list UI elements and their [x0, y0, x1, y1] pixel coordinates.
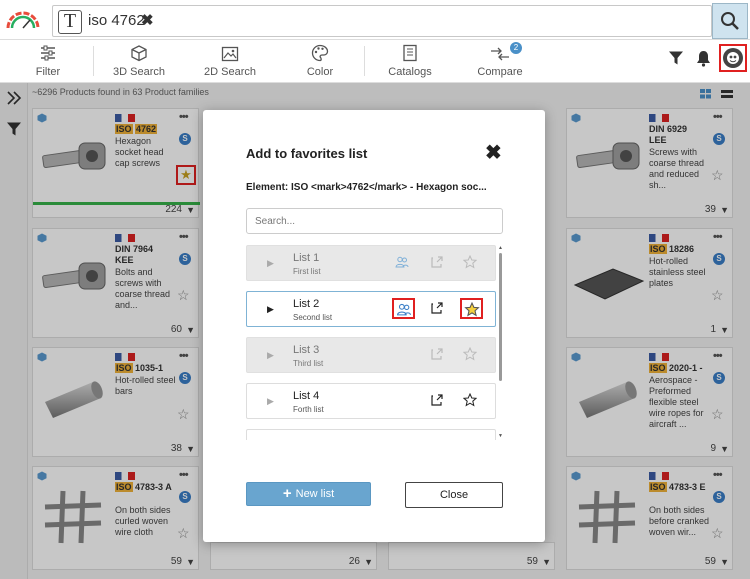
list-subtitle: Third list [293, 359, 324, 368]
favorite-star-active-icon[interactable] [460, 298, 483, 319]
app-logo-icon[interactable] [4, 8, 42, 32]
favorite-star-icon[interactable] [463, 393, 477, 407]
text-search-icon: T [58, 10, 82, 34]
list-item-list-2[interactable]: ▶ List 2 Second list [246, 291, 496, 327]
search-3d-button[interactable]: 3D Search [105, 40, 173, 83]
top-bar: T iso 4762 ✖ [0, 0, 750, 40]
color-label: Color [306, 66, 334, 78]
search-2d-button[interactable]: 2D Search [196, 40, 264, 83]
search-query[interactable]: iso 4762 [88, 6, 145, 36]
search-box[interactable]: T iso 4762 ✖ [52, 5, 712, 37]
sliders-icon [41, 45, 55, 61]
list-name: List 1 [293, 252, 320, 264]
close-button[interactable]: Close [405, 482, 503, 508]
scroll-thumb[interactable] [499, 253, 502, 381]
cube-icon [131, 45, 147, 62]
close-icon[interactable]: ✖ [485, 140, 502, 165]
list-name: List 4 [293, 390, 320, 402]
list-item-list-3[interactable]: ▶ List 3 Third list [246, 337, 496, 373]
catalogs-label: Catalogs [388, 66, 432, 78]
dialog-title: Add to favorites list [246, 146, 368, 161]
add-to-list-icon[interactable] [430, 301, 444, 315]
search-3d-label: 3D Search [113, 66, 165, 78]
list-search-input[interactable] [246, 208, 503, 234]
magnifier-icon [721, 12, 739, 30]
filter-label: Filter [35, 66, 61, 78]
list-item-list-4[interactable]: ▶ List 4 Forth list [246, 383, 496, 419]
list-scrollbar[interactable]: ▲ ▼ [498, 245, 503, 440]
search-2d-label: 2D Search [204, 66, 256, 78]
scroll-down-icon[interactable]: ▼ [498, 433, 503, 439]
list-subtitle: Forth list [293, 405, 324, 414]
shared-users-icon[interactable] [395, 255, 409, 269]
filter-button[interactable]: Filter [20, 40, 76, 83]
expand-arrow-icon[interactable]: ▶ [267, 396, 274, 407]
expand-arrow-icon[interactable]: ▶ [267, 258, 274, 269]
element-name: Element: ISO <mark>4762</mark> - Hexagon… [246, 182, 487, 193]
add-to-favorites-dialog: Add to favorites list ✖ Element: ISO <ma… [203, 110, 545, 542]
color-button[interactable]: Color [292, 40, 348, 83]
favorite-star-icon[interactable] [463, 347, 477, 361]
add-to-list-icon[interactable] [430, 393, 444, 407]
catalog-book-icon [403, 44, 417, 62]
image-icon [221, 46, 239, 62]
expand-arrow-icon[interactable]: ▶ [267, 350, 274, 361]
catalogs-button[interactable]: Catalogs [380, 40, 440, 83]
palette-icon [311, 44, 329, 62]
new-list-button[interactable]: + New list [246, 482, 371, 506]
toolbar: Filter 3D Search 2D Search Color Catalog… [0, 40, 750, 83]
plus-icon: + [282, 485, 292, 502]
expand-arrow-icon[interactable]: ▶ [267, 304, 274, 315]
list-name: List 2 [293, 298, 320, 310]
add-to-list-icon[interactable] [430, 347, 444, 361]
compare-count-badge: 2 [510, 42, 522, 54]
list-subtitle: Second list [293, 313, 333, 322]
user-avatar-icon[interactable] [719, 44, 747, 72]
list-item-partial[interactable] [246, 429, 496, 440]
compare-arrows-icon [491, 47, 509, 61]
list-name: List 3 [293, 344, 320, 356]
clear-search-icon[interactable]: ✖ [141, 6, 154, 36]
list-subtitle: First list [293, 267, 321, 276]
favorites-list: ▶ List 1 First list ▶ List 2 Second list… [246, 245, 500, 440]
funnel-filter-icon[interactable] [668, 50, 684, 66]
scroll-up-icon[interactable]: ▲ [498, 245, 503, 251]
favorite-star-icon[interactable] [463, 255, 477, 269]
add-to-list-icon[interactable] [430, 255, 444, 269]
bell-icon[interactable] [696, 50, 711, 67]
list-item-list-1[interactable]: ▶ List 1 First list [246, 245, 496, 281]
compare-label: Compare [477, 66, 523, 78]
search-button[interactable] [712, 3, 748, 39]
shared-users-icon[interactable] [392, 298, 415, 319]
